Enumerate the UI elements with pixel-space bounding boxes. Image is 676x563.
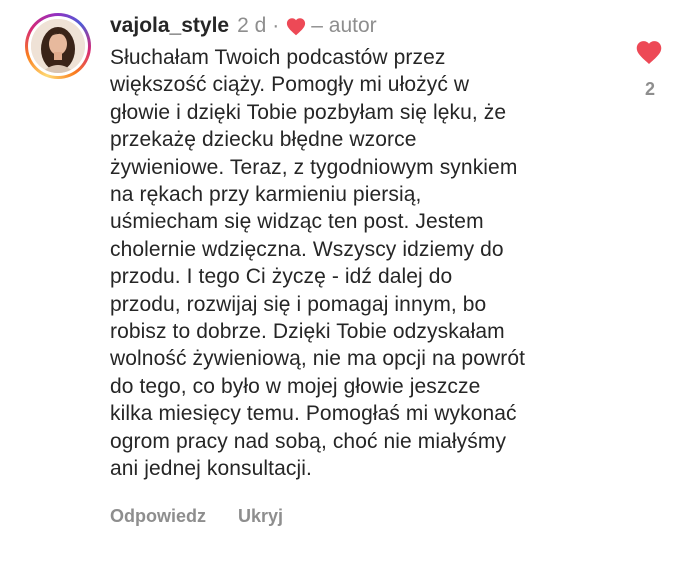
avatar-image [31, 19, 85, 73]
like-heart-icon[interactable] [634, 38, 664, 65]
comment-header: vajola_style 2 d · – autor [110, 12, 377, 40]
comment: vajola_style 2 d · – autor Słuchałam Two… [0, 0, 676, 563]
author-liked-heart-icon [285, 16, 307, 36]
reply-button[interactable]: Odpowiedz [110, 506, 206, 527]
separator-dot: · [272, 14, 280, 37]
username[interactable]: vajola_style [110, 14, 229, 38]
comment-text: Słuchałam Twoich podcastów przez większo… [110, 46, 526, 481]
avatar-border [28, 16, 88, 76]
hide-button[interactable]: Ukryj [238, 506, 283, 527]
like-count[interactable]: 2 [640, 79, 660, 100]
story-ring[interactable] [25, 13, 91, 79]
avatar[interactable] [31, 19, 85, 73]
comment-actions: Odpowiedz Ukryj [110, 506, 283, 527]
author-label: – autor [311, 14, 377, 37]
timestamp[interactable]: 2 d [237, 14, 266, 38]
